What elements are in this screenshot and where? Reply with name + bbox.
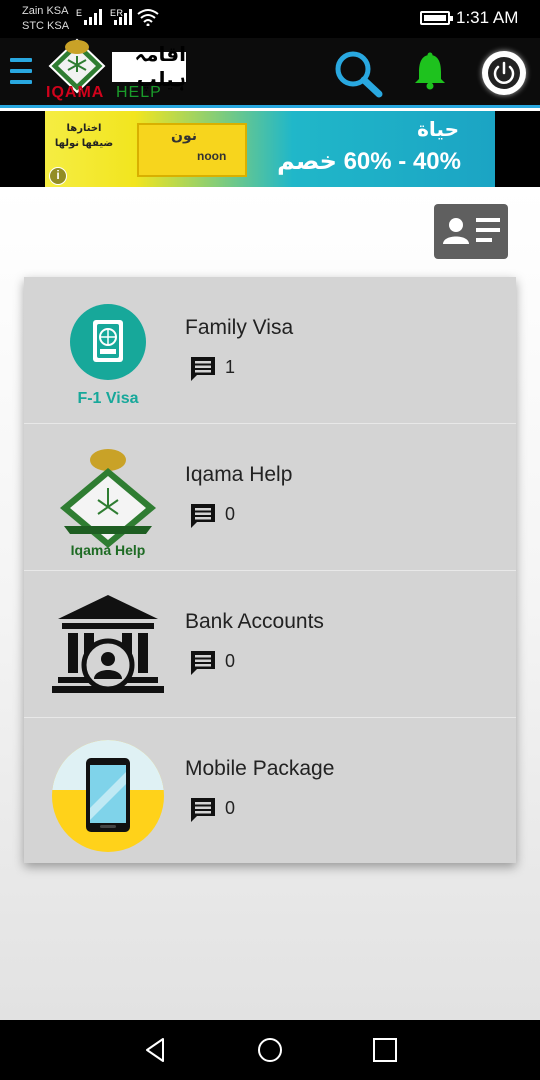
visa-icon: F-1 Visa <box>70 304 146 407</box>
item-title: Bank Accounts <box>185 610 324 633</box>
logo-help-text: HELP <box>116 84 162 101</box>
ad-brand: noon <box>197 149 227 163</box>
comment-icon <box>191 357 215 381</box>
signal-1-label: E <box>76 8 82 18</box>
list-item-mobile-package[interactable]: Mobile Package 0 <box>24 718 516 865</box>
item-title: Mobile Package <box>185 757 335 780</box>
iqama-icon-caption: Iqama Help <box>71 542 146 558</box>
item-title: Iqama Help <box>185 463 293 486</box>
comment-icon <box>191 798 215 822</box>
carrier-2: STC KSA <box>22 20 70 32</box>
status-bar: Zain KSA STC KSA E E R 1:31 AM <box>0 0 540 38</box>
status-time: 1:31 AM <box>456 8 519 27</box>
iqama-emblem-icon: Iqama Help <box>60 449 156 558</box>
home-icon[interactable] <box>254 1034 286 1066</box>
main-content: F-1 Visa Family Visa 1 Iqama Help Iqama … <box>0 187 540 1020</box>
logo-iqama-text: IQAMA <box>46 84 105 101</box>
signal-2-icon <box>114 9 132 25</box>
back-icon[interactable] <box>139 1034 171 1066</box>
contact-card-icon <box>443 218 500 244</box>
services-list: F-1 Visa Family Visa 1 Iqama Help Iqama … <box>24 277 516 863</box>
battery-icon <box>420 11 453 25</box>
signal-1-icon <box>84 9 102 25</box>
ad-info-icon[interactable]: i <box>49 167 67 185</box>
comment-count: 1 <box>225 357 236 377</box>
mobile-phone-icon <box>52 740 164 852</box>
ad-banner[interactable]: اختارها ضيفها نولها نون noon حياة 40% - … <box>45 111 495 187</box>
comment-count: 0 <box>225 798 236 818</box>
ad-left-text: اختارها ضيفها نولها <box>54 123 114 149</box>
comment-icon <box>191 504 215 528</box>
comment-count: 0 <box>225 651 236 671</box>
ad-brand-arabic: نون <box>171 127 197 143</box>
comment-icon <box>191 651 215 675</box>
item-title: Family Visa <box>185 316 294 339</box>
logo-urdu-text: اقامہ ہیلپ <box>112 44 186 91</box>
recents-icon[interactable] <box>369 1034 401 1066</box>
bank-icon <box>52 595 164 693</box>
carrier-labels: Zain KSA STC KSA <box>22 4 69 34</box>
list-item-iqama-help[interactable]: Iqama Help Iqama Help 0 <box>24 424 516 571</box>
list-item-bank-accounts[interactable]: Bank Accounts 0 <box>24 571 516 718</box>
power-icon[interactable] <box>482 51 526 95</box>
visa-icon-caption: F-1 Visa <box>77 390 138 407</box>
search-icon[interactable] <box>332 50 386 98</box>
menu-icon[interactable] <box>10 58 32 84</box>
app-header: اقامہ ہیلپ IQAMA HELP <box>0 38 540 108</box>
wifi-icon <box>137 9 159 26</box>
carrier-1: Zain KSA <box>22 5 69 17</box>
navigation-bar <box>0 1020 540 1080</box>
contact-card-button[interactable] <box>434 204 508 259</box>
ad-strip: اختارها ضيفها نولها نون noon حياة 40% - … <box>0 111 540 187</box>
list-item-family-visa[interactable]: F-1 Visa Family Visa 1 <box>24 277 516 424</box>
ad-headline: حياة <box>417 119 459 141</box>
bell-icon[interactable] <box>412 52 448 90</box>
ad-offer: 40% - 60% خصم <box>277 148 461 175</box>
comment-count: 0 <box>225 504 236 524</box>
